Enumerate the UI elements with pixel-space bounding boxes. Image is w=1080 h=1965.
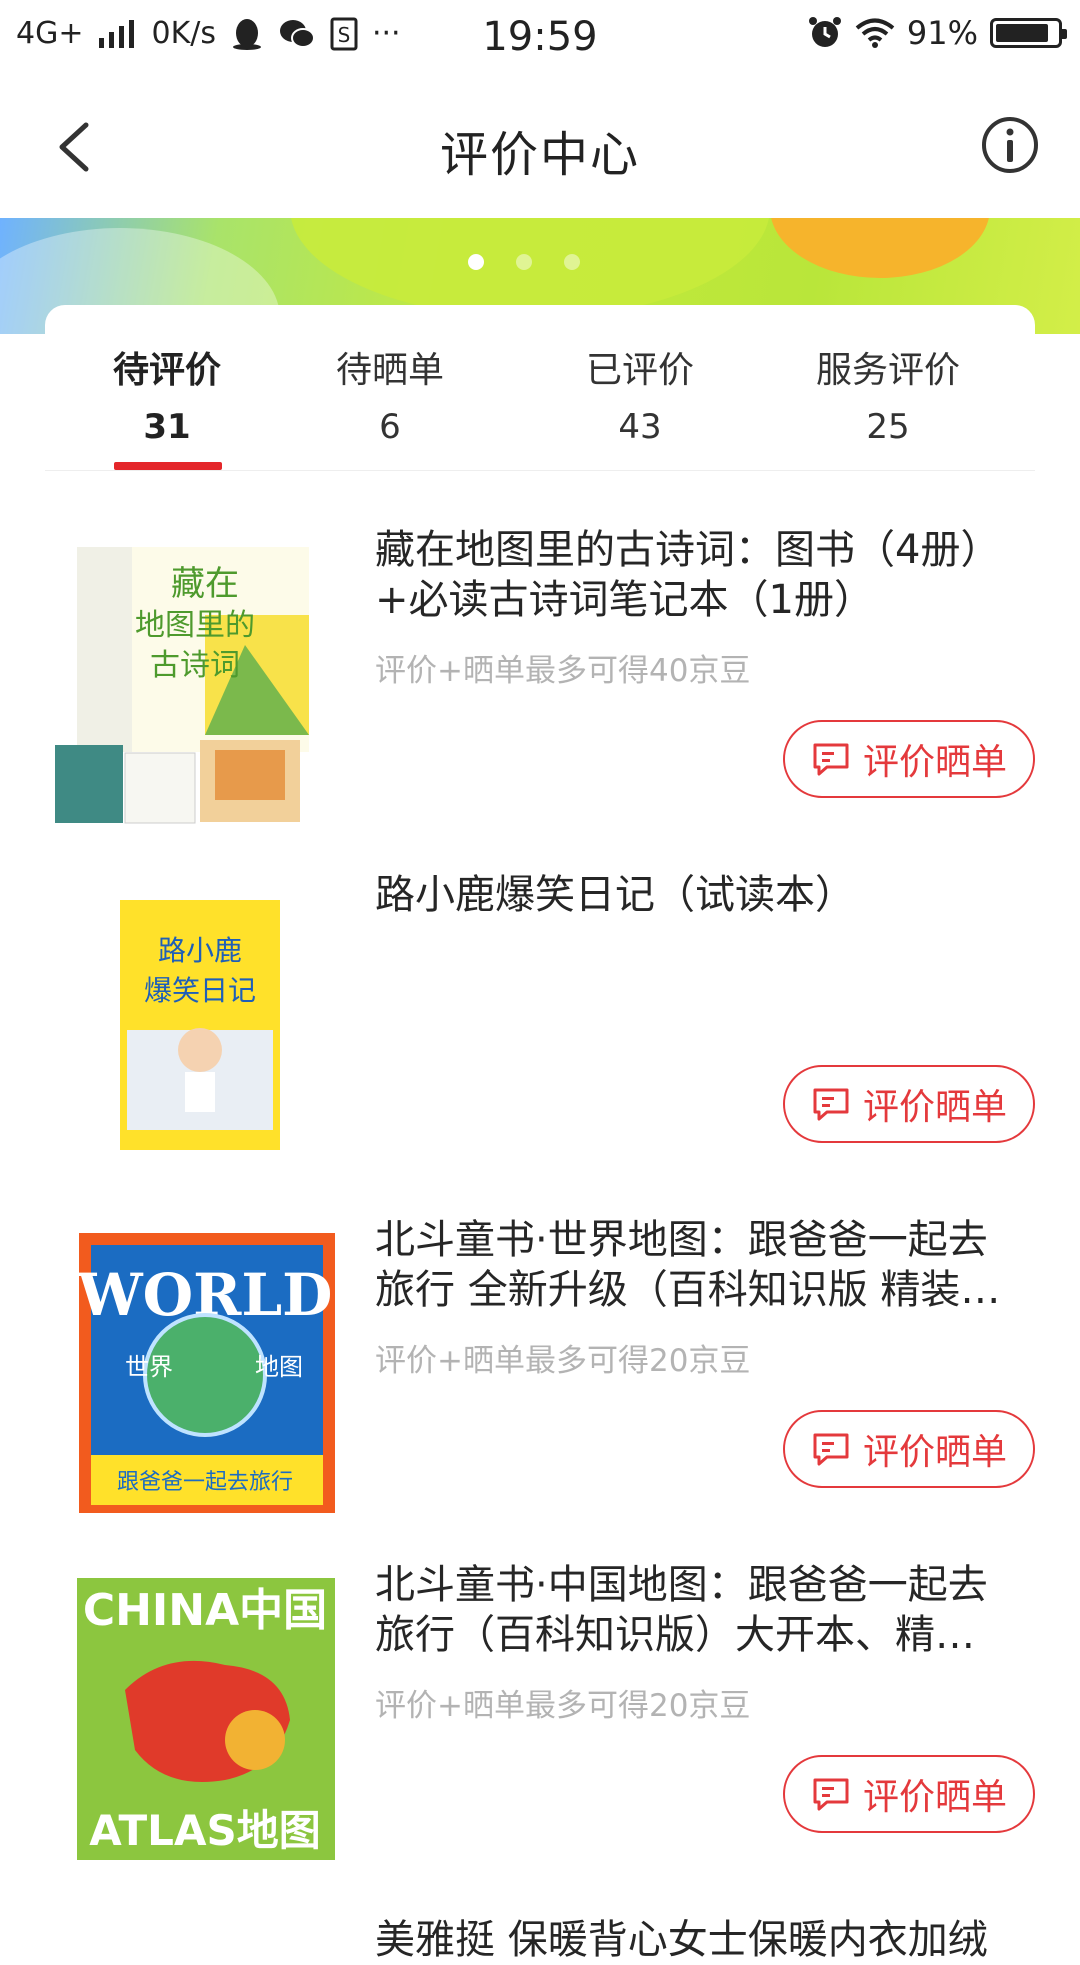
- active-tab-indicator: [114, 462, 222, 470]
- list-item[interactable]: CHINA中国 ATLAS地图 北斗童书·中国地图：跟爸爸一起去旅行（百科知识版…: [45, 1550, 1035, 1895]
- reward-hint: 评价+晒单最多可得20京豆: [375, 1688, 751, 1724]
- carousel-dot[interactable]: [516, 254, 532, 270]
- product-title[interactable]: 北斗童书·世界地图：跟爸爸一起去旅行 全新升级（百科知识版 精装…: [375, 1215, 1020, 1315]
- product-title[interactable]: 北斗童书·中国地图：跟爸爸一起去旅行（百科知识版）大开本、精…: [375, 1560, 1020, 1660]
- tab-label: 待晒单: [335, 350, 444, 391]
- review-button-label: 评价晒单: [862, 742, 1007, 783]
- review-button-label: 评价晒单: [862, 1777, 1007, 1818]
- tab-pending-review[interactable]: 待评价 31: [67, 341, 267, 447]
- review-button-label: 评价晒单: [862, 1087, 1007, 1128]
- carousel-dot[interactable]: [564, 254, 580, 270]
- tab-label: 待评价: [112, 350, 221, 391]
- comment-icon: [813, 1088, 849, 1121]
- reward-hint: 评价+晒单最多可得20京豆: [375, 1343, 751, 1379]
- svg-text:世界: 世界: [125, 1353, 173, 1381]
- list-item[interactable]: 藏在 地图里的 古诗词 藏在地图里的古诗词：图书（4册）+必读古诗词笔记本（1册…: [45, 515, 1035, 860]
- reward-hint: 评价+晒单最多可得40京豆: [375, 653, 751, 689]
- review-tabs: 待评价 31 待晒单 6 已评价 43 服务评价 25: [45, 305, 1035, 471]
- alarm-icon: [808, 17, 841, 47]
- comment-icon: [813, 1778, 849, 1811]
- product-image[interactable]: WORLD 世界 地图 跟爸爸一起去旅行: [55, 1225, 345, 1515]
- svg-text:ATLAS地图: ATLAS地图: [89, 1806, 320, 1855]
- tab-reviewed[interactable]: 已评价 43: [540, 341, 740, 447]
- svg-text:地图里的: 地图里的: [135, 608, 255, 643]
- comment-icon: [813, 743, 849, 776]
- review-button[interactable]: 评价晒单: [783, 720, 1035, 798]
- nav-bar: 评价中心: [0, 75, 1080, 218]
- carousel-dots: [468, 254, 580, 270]
- tab-count: 25: [866, 407, 910, 447]
- status-right: 91%: [807, 14, 1067, 52]
- list-item[interactable]: WORLD 世界 地图 跟爸爸一起去旅行 北斗童书·世界地图：跟爸爸一起去旅行 …: [45, 1205, 1035, 1550]
- review-button[interactable]: 评价晒单: [783, 1410, 1035, 1488]
- next-item-title[interactable]: 美雅挺 保暖背心女士保暖内衣加绒: [375, 1907, 988, 1965]
- svg-text:藏在: 藏在: [171, 564, 239, 604]
- svg-text:跟爸爸一起去旅行: 跟爸爸一起去旅行: [117, 1470, 293, 1495]
- review-button[interactable]: 评价晒单: [783, 1755, 1035, 1833]
- review-button[interactable]: 评价晒单: [783, 1065, 1035, 1143]
- product-image[interactable]: 藏在 地图里的 古诗词: [55, 535, 345, 825]
- status-bar: 4G+ 0K/s S ··· 19:59 91%: [0, 0, 1080, 75]
- svg-text:古诗词: 古诗词: [150, 648, 240, 683]
- tab-count: 43: [618, 407, 662, 447]
- carousel-dot[interactable]: [468, 254, 484, 270]
- wifi-icon: [855, 18, 895, 48]
- tab-count: 31: [143, 407, 191, 447]
- tab-service-review[interactable]: 服务评价 25: [788, 341, 988, 447]
- svg-text:地图: 地图: [255, 1353, 303, 1381]
- list-item[interactable]: 路小鹿 爆笑日记 路小鹿爆笑日记（试读本） 评价晒单: [45, 860, 1035, 1205]
- product-title[interactable]: 藏在地图里的古诗词：图书（4册）+必读古诗词笔记本（1册）: [375, 525, 1020, 625]
- product-image[interactable]: 路小鹿 爆笑日记: [55, 880, 345, 1170]
- svg-text:路小鹿: 路小鹿: [158, 934, 242, 967]
- battery-percent: 91%: [906, 14, 978, 52]
- review-card: 待评价 31 待晒单 6 已评价 43 服务评价 25 藏在 地图里的 古诗词 …: [45, 305, 1035, 1963]
- comment-icon: [813, 1433, 849, 1466]
- tab-count: 6: [379, 407, 401, 447]
- product-image[interactable]: CHINA中国 ATLAS地图: [55, 1570, 345, 1860]
- tab-label: 已评价: [585, 350, 694, 391]
- tab-pending-photos[interactable]: 待晒单 6: [290, 341, 490, 447]
- battery-icon: [990, 18, 1067, 48]
- info-icon[interactable]: [980, 115, 1040, 175]
- review-button-label: 评价晒单: [862, 1432, 1007, 1473]
- svg-text:爆笑日记: 爆笑日记: [144, 974, 256, 1007]
- tab-label: 服务评价: [815, 350, 960, 391]
- product-title[interactable]: 路小鹿爆笑日记（试读本）: [375, 870, 1020, 920]
- page-title: 评价中心: [439, 127, 640, 183]
- svg-text:CHINA中国: CHINA中国: [83, 1585, 327, 1636]
